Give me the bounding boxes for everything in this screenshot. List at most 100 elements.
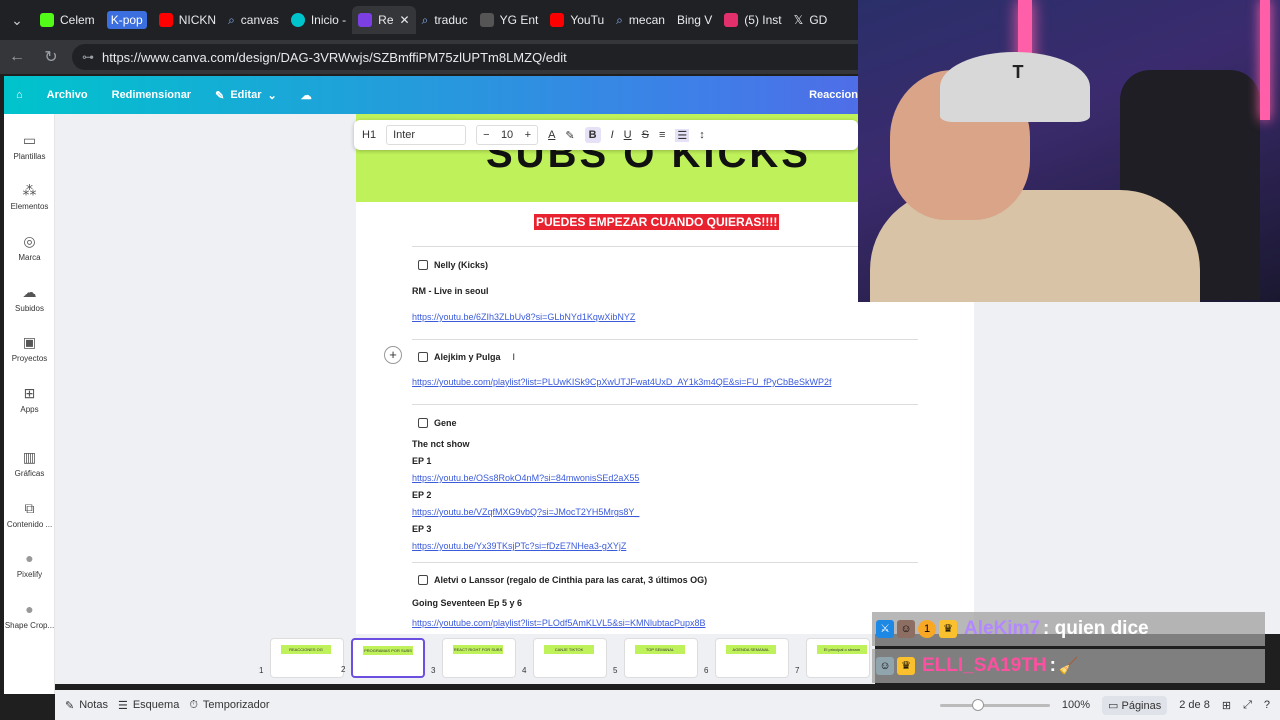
pages-button[interactable]: ▭ Páginas bbox=[1102, 695, 1168, 715]
grid-view-icon[interactable]: ⊞ bbox=[1222, 699, 1231, 712]
chat-text: : quien dice bbox=[1043, 618, 1149, 639]
tab-bing[interactable]: Bing V bbox=[671, 6, 718, 34]
list-icon[interactable]: ☰ bbox=[675, 128, 690, 142]
font-size-stepper[interactable]: − 10 + bbox=[476, 125, 539, 145]
back-arrow-icon[interactable]: ← bbox=[0, 48, 34, 66]
redimensionar-button[interactable]: Redimensionar bbox=[100, 89, 203, 101]
strikethrough-button[interactable]: S bbox=[642, 129, 649, 141]
timer-button[interactable]: ⏱ Temporizador bbox=[189, 699, 269, 712]
sidebar-item-proyectos[interactable]: ▣ Proyectos bbox=[4, 334, 55, 363]
tab-instagram[interactable]: (5) Inst bbox=[718, 6, 787, 34]
tab-yg[interactable]: YG Ent bbox=[474, 6, 545, 34]
text-line[interactable]: RM - Live in seoul bbox=[412, 286, 489, 296]
upload-icon: ☁ bbox=[22, 284, 37, 300]
underline-button[interactable]: U bbox=[624, 129, 632, 141]
sidebar-item-apps[interactable]: ⊞ Apps bbox=[4, 385, 55, 414]
close-icon[interactable]: ✕ bbox=[400, 13, 410, 27]
sidebar-item-elementos[interactable]: ⁂ Elementos bbox=[4, 182, 55, 211]
episode-label[interactable]: EP 3 bbox=[412, 524, 431, 534]
tab-canvas[interactable]: ⌕ canvas bbox=[222, 6, 285, 34]
url-input[interactable]: ⊶ https://www.canva.com/design/DAG-3VRWw… bbox=[72, 44, 892, 70]
cloud-sync-button[interactable]: ☁ bbox=[289, 89, 324, 102]
page-thumbnail[interactable]: REACCIONES OG 1 bbox=[259, 638, 344, 678]
text-line[interactable]: The nct show bbox=[412, 439, 470, 449]
text-format-toolbar: H1 Inter − 10 + A ✎ B I U S ≡ ☰ ↕ bbox=[354, 120, 858, 150]
sidebar-item-contenido[interactable]: ⧉ Contenido ... bbox=[4, 500, 55, 529]
sidebar-item-subidos[interactable]: ☁ Subidos bbox=[4, 284, 55, 313]
video-link[interactable]: https://youtu.be/VZqfMXG9vbQ?si=JMocT2YH… bbox=[412, 507, 639, 517]
tab-inicio[interactable]: Inicio - bbox=[285, 6, 352, 34]
sidebar-item-pixelify[interactable]: ● Pixelify bbox=[4, 550, 55, 579]
archivo-menu[interactable]: Archivo bbox=[35, 89, 100, 101]
add-block-button[interactable]: + bbox=[384, 346, 402, 364]
align-icon[interactable]: ≡ bbox=[659, 129, 665, 141]
sidebar-item-marca[interactable]: ◎ Marca bbox=[4, 233, 55, 262]
episode-label[interactable]: EP 1 bbox=[412, 456, 431, 466]
chat-message: ⚔ ☺ 1 ♛ AleKim7 : quien dice bbox=[872, 612, 1265, 646]
page-thumbnail[interactable]: AGENDA SEMANAL 6 bbox=[704, 638, 789, 678]
fullscreen-icon[interactable]: ⤢ bbox=[1243, 699, 1252, 712]
tab-label: traduc bbox=[434, 13, 468, 27]
checklist-item-aletvi[interactable]: Aletvi o Lanssor (regalo de Cinthia para… bbox=[418, 575, 707, 585]
tab-active-canva[interactable]: Re ✕ bbox=[352, 6, 416, 34]
checklist-item-gene[interactable]: Gene bbox=[418, 418, 457, 428]
tab-search-icon[interactable]: ⌄ bbox=[0, 0, 34, 40]
checklist-item-nelly[interactable]: Nelly (Kicks) bbox=[418, 260, 488, 270]
italic-button[interactable]: I bbox=[611, 129, 614, 141]
video-link[interactable]: https://youtu.be/Yx39TKsjPTc?si=fDzE7NHe… bbox=[412, 541, 626, 551]
checklist-item-alejkim[interactable]: Alejkim y Pulga I bbox=[418, 352, 515, 362]
checkbox[interactable] bbox=[418, 260, 428, 270]
zoom-slider[interactable] bbox=[939, 698, 1050, 711]
checkbox[interactable] bbox=[418, 418, 428, 428]
size-increase-button[interactable]: + bbox=[525, 129, 531, 141]
highlight-icon[interactable]: ✎ bbox=[565, 129, 574, 142]
tab-mecan[interactable]: ⌕ mecan bbox=[610, 6, 671, 34]
checkbox[interactable] bbox=[418, 575, 428, 585]
neon-light bbox=[1260, 0, 1270, 120]
font-dropdown[interactable]: Inter bbox=[386, 125, 467, 145]
notes-icon: ✎ bbox=[65, 699, 75, 712]
page-thumbnail[interactable]: REACT RIGHT FOR SUBS O KICKS 3 bbox=[431, 638, 516, 678]
home-button[interactable]: ⌂ bbox=[4, 89, 35, 101]
font-size-value[interactable]: 10 bbox=[501, 129, 513, 141]
spacing-icon[interactable]: ↕ bbox=[699, 129, 705, 141]
sidebar-item-plantillas[interactable]: ▭ Plantillas bbox=[4, 132, 55, 161]
heading-dropdown[interactable]: H1 bbox=[362, 129, 376, 141]
search-icon: ⌕ bbox=[228, 12, 235, 27]
checkbox[interactable] bbox=[418, 352, 428, 362]
notes-button[interactable]: ✎ Notas bbox=[65, 699, 108, 712]
folder-icon: ▣ bbox=[22, 334, 37, 350]
video-link[interactable]: https://youtu.be/OSs8RokO4nM?si=84mwonis… bbox=[412, 473, 639, 483]
help-icon[interactable]: ? bbox=[1264, 699, 1270, 711]
outline-button[interactable]: ☰ Esquema bbox=[118, 699, 179, 712]
bold-button[interactable]: B bbox=[584, 127, 601, 143]
tab-kpop[interactable]: K-pop bbox=[101, 6, 153, 34]
tab-traduc[interactable]: ⌕ traduc bbox=[416, 6, 474, 34]
text-color-icon[interactable]: A bbox=[548, 129, 555, 141]
video-link[interactable]: https://youtu.be/6ZIh3ZLbUv8?si=GLbNYd1K… bbox=[412, 312, 635, 322]
zoom-value[interactable]: 100% bbox=[1062, 699, 1090, 711]
page-thumbnail[interactable]: TOP SEMANAL 5 bbox=[613, 638, 698, 678]
tab-x[interactable]: 𝕏 GD bbox=[788, 6, 834, 34]
sidebar-item-label: Elementos bbox=[10, 202, 49, 211]
episode-label[interactable]: EP 2 bbox=[412, 490, 431, 500]
tab-nickn[interactable]: NICKN bbox=[153, 6, 222, 34]
reload-icon[interactable]: ↻ bbox=[34, 47, 68, 67]
size-decrease-button[interactable]: − bbox=[483, 129, 489, 141]
page-thumbnail[interactable]: El principal o stream 7 bbox=[795, 638, 870, 678]
start-banner[interactable]: PUEDES EMPEZAR CUANDO QUIERAS!!!! bbox=[534, 214, 780, 230]
design-title-label: Reaccion bbox=[809, 89, 858, 101]
tab-youtube[interactable]: YouTu bbox=[544, 6, 610, 34]
page-thumbnail[interactable]: CANJE TIKTOK 4 bbox=[522, 638, 607, 678]
sidebar-item-graficas[interactable]: ▥ Gráficas bbox=[4, 449, 55, 478]
x-icon: 𝕏 bbox=[793, 13, 804, 27]
editar-menu[interactable]: ✎ Editar ⌄ bbox=[203, 89, 289, 102]
zoom-slider-handle[interactable] bbox=[972, 698, 985, 711]
sidebar-item-shape-crop[interactable]: ● Shape Crop... bbox=[4, 601, 55, 630]
playlist-link[interactable]: https://youtube.com/playlist?list=PLOdf5… bbox=[412, 618, 705, 628]
tab-celem[interactable]: Celem bbox=[34, 6, 101, 34]
playlist-link[interactable]: https://youtube.com/playlist?list=PLUwKI… bbox=[412, 377, 832, 387]
text-line[interactable]: Going Seventeen Ep 5 y 6 bbox=[412, 598, 522, 608]
page-thumbnail-selected[interactable]: PROGRAMAS POR SUBS O KICKS 2 bbox=[341, 638, 425, 678]
thumbnail-number: 4 bbox=[522, 666, 527, 675]
